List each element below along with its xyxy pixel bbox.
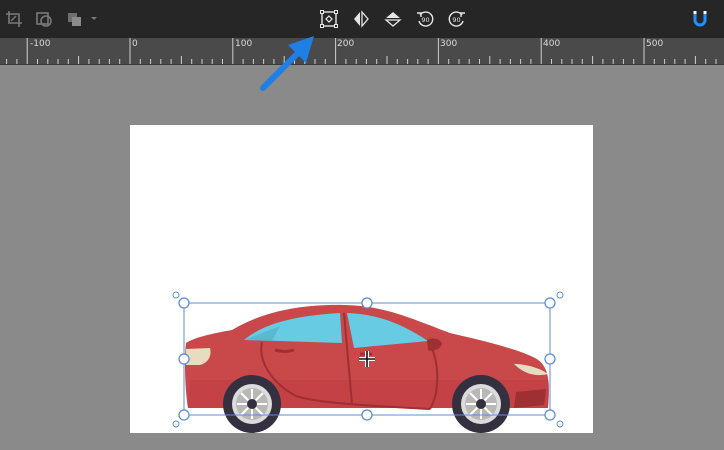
rotate-handle-top-right bbox=[556, 291, 564, 299]
resize-handle-right bbox=[544, 353, 556, 365]
annotation-arrow bbox=[260, 36, 314, 91]
resize-handle-bottom-left bbox=[178, 409, 190, 421]
resize-handle-left bbox=[178, 353, 190, 365]
resize-handle-bottom-right bbox=[544, 409, 556, 421]
resize-handle-top-left bbox=[178, 297, 190, 309]
rotate-handle-top-left bbox=[172, 291, 180, 299]
canvas-overlay bbox=[172, 36, 564, 433]
rotate-handle-bottom-right bbox=[556, 420, 564, 428]
resize-handle-top bbox=[361, 297, 373, 309]
resize-handle-bottom bbox=[361, 409, 373, 421]
resize-handle-top-right bbox=[544, 297, 556, 309]
rotate-handle-bottom-left bbox=[172, 420, 180, 428]
